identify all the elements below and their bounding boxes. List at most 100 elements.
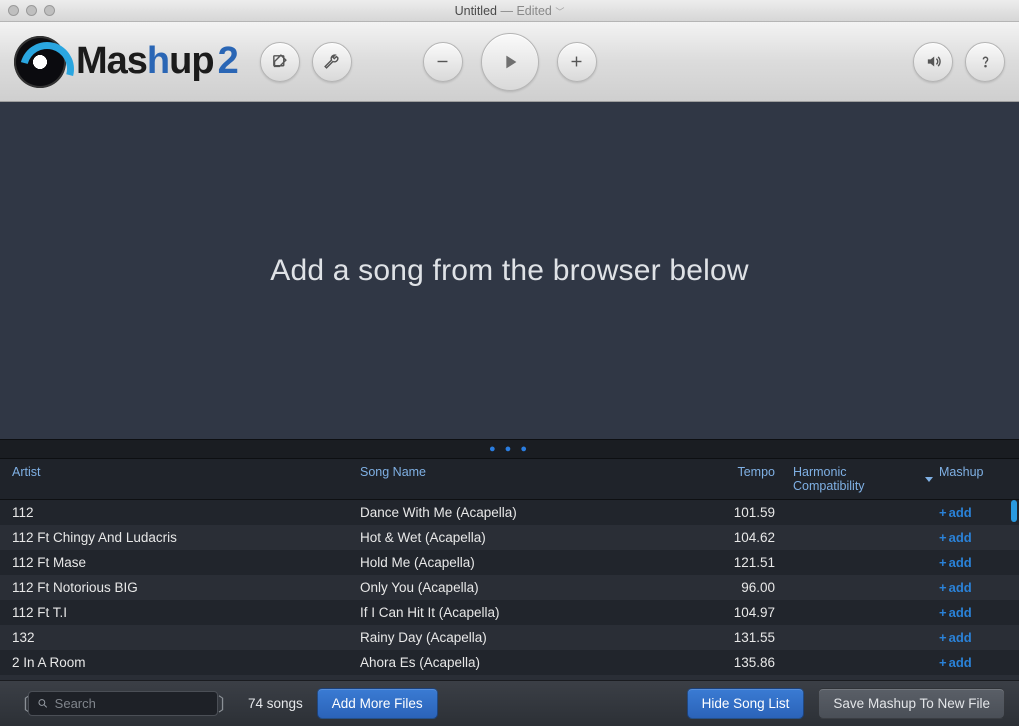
titlebar[interactable]: Untitled — Edited ﹀ — [0, 0, 1019, 22]
cell-artist: 132 — [12, 630, 360, 645]
footer-bar: 〔 〕 74 songs Add More Files Hide Song Li… — [0, 680, 1019, 726]
plus-icon — [568, 53, 585, 70]
cell-song: Hot & Wet (Acapella) — [360, 530, 703, 545]
edit-button[interactable] — [260, 42, 300, 82]
search-icon — [37, 697, 49, 710]
cell-song: Only You (Acapella) — [360, 580, 703, 595]
table-row[interactable]: 112 Ft T.IIf I Can Hit It (Acapella)104.… — [0, 600, 1019, 625]
question-icon — [977, 53, 994, 70]
cell-tempo: 104.97 — [703, 605, 775, 620]
speaker-icon — [925, 53, 942, 70]
drop-zone-message: Add a song from the browser below — [270, 254, 749, 288]
sort-desc-icon — [925, 477, 933, 482]
zoom-out-button[interactable] — [423, 42, 463, 82]
zoom-window-button[interactable] — [44, 5, 55, 16]
play-button[interactable] — [481, 33, 539, 91]
table-row[interactable]: 2 In A RoomWiggle It 2001 (Acapella)134.… — [0, 675, 1019, 680]
song-count: 74 songs — [248, 696, 303, 711]
cell-tempo: 104.62 — [703, 530, 775, 545]
cell-harmonic — [775, 655, 933, 670]
hide-song-list-button[interactable]: Hide Song List — [687, 688, 805, 719]
add-song-button[interactable]: +add — [939, 530, 972, 545]
cell-artist: 112 Ft Notorious BIG — [12, 580, 360, 595]
add-song-button[interactable]: +add — [939, 630, 972, 645]
brand-2: 2 — [218, 40, 238, 82]
bracket-right-icon: 〕 — [218, 691, 236, 717]
cell-harmonic — [775, 605, 933, 620]
col-tempo[interactable]: Tempo — [703, 465, 775, 493]
add-song-button[interactable]: +add — [939, 555, 972, 570]
app-brand: Mashup2 — [14, 36, 238, 88]
col-song[interactable]: Song Name — [360, 465, 703, 493]
cell-artist: 2 In A Room — [12, 655, 360, 670]
toolbar: Mashup2 — [0, 22, 1019, 102]
table-row[interactable]: 132Rainy Day (Acapella)131.55 +add — [0, 625, 1019, 650]
col-mashup[interactable]: Mashup — [933, 465, 999, 493]
cell-tempo: 121.51 — [703, 555, 775, 570]
app-window: Untitled — Edited ﹀ Mashup2 — [0, 0, 1019, 726]
traffic-lights — [8, 5, 55, 16]
table-row[interactable]: 112 Ft Notorious BIGOnly You (Acapella)9… — [0, 575, 1019, 600]
vinyl-disc-icon — [14, 36, 66, 88]
brand-h: h — [147, 40, 169, 82]
cell-tempo: 135.86 — [703, 655, 775, 670]
cell-artist: 112 Ft T.I — [12, 605, 360, 620]
edited-status: Edited — [516, 4, 551, 18]
drop-zone[interactable]: Add a song from the browser below — [0, 102, 1019, 439]
add-song-button[interactable]: +add — [939, 655, 972, 670]
cell-artist: 112 Ft Chingy And Ludacris — [12, 530, 360, 545]
transport-controls — [423, 33, 597, 91]
window-title: Untitled — Edited ﹀ — [0, 4, 1019, 18]
table-header: Artist Song Name Tempo Harmonic Compatib… — [0, 459, 1019, 500]
chevron-down-icon[interactable]: ﹀ — [555, 7, 564, 17]
cell-artist: 112 Ft Mase — [12, 555, 360, 570]
search-input[interactable] — [55, 696, 209, 711]
minus-icon — [434, 53, 451, 70]
app-title: Mashup2 — [76, 40, 238, 83]
cell-harmonic — [775, 580, 933, 595]
cell-song: If I Can Hit It (Acapella) — [360, 605, 703, 620]
add-song-button[interactable]: +add — [939, 505, 972, 520]
search-field-wrap[interactable] — [28, 691, 218, 716]
song-table-body: 112Dance With Me (Acapella)101.59+add112… — [0, 500, 1019, 680]
grip-dots-icon: ● ● ● — [489, 443, 530, 455]
table-row[interactable]: 112 Ft Chingy And LudacrisHot & Wet (Aca… — [0, 525, 1019, 550]
title-separator: — — [497, 4, 516, 18]
volume-button[interactable] — [913, 42, 953, 82]
settings-button[interactable] — [312, 42, 352, 82]
toolbar-right-group — [913, 42, 1005, 82]
minimize-window-button[interactable] — [26, 5, 37, 16]
zoom-in-button[interactable] — [557, 42, 597, 82]
cell-harmonic — [775, 630, 933, 645]
col-harmonic[interactable]: Harmonic Compatibility — [775, 465, 933, 493]
toolbar-left-group — [260, 42, 352, 82]
add-more-files-button[interactable]: Add More Files — [317, 688, 438, 719]
play-icon — [499, 51, 521, 73]
table-row[interactable]: 112Dance With Me (Acapella)101.59+add — [0, 500, 1019, 525]
cell-song: Hold Me (Acapella) — [360, 555, 703, 570]
cell-song: Rainy Day (Acapella) — [360, 630, 703, 645]
add-song-button[interactable]: +add — [939, 580, 972, 595]
close-window-button[interactable] — [8, 5, 19, 16]
add-song-button[interactable]: +add — [939, 605, 972, 620]
cell-harmonic — [775, 555, 933, 570]
cell-harmonic — [775, 505, 933, 520]
cell-artist: 112 — [12, 505, 360, 520]
cell-tempo: 131.55 — [703, 630, 775, 645]
document-name: Untitled — [455, 4, 497, 18]
wrench-icon — [323, 53, 340, 70]
brand-up: up — [169, 40, 213, 82]
col-harmonic-label: Harmonic Compatibility — [793, 465, 921, 493]
table-row[interactable]: 2 In A RoomAhora Es (Acapella)135.86 +add — [0, 650, 1019, 675]
save-mashup-button[interactable]: Save Mashup To New File — [818, 688, 1005, 719]
cell-song: Ahora Es (Acapella) — [360, 655, 703, 670]
cell-harmonic — [775, 530, 933, 545]
col-artist[interactable]: Artist — [12, 465, 360, 493]
table-row[interactable]: 112 Ft MaseHold Me (Acapella)121.51 +add — [0, 550, 1019, 575]
scrollbar-thumb[interactable] — [1011, 500, 1017, 522]
edit-icon — [271, 53, 288, 70]
brand-mas: Mas — [76, 40, 147, 82]
panel-divider[interactable]: ● ● ● — [0, 439, 1019, 459]
cell-song: Dance With Me (Acapella) — [360, 505, 703, 520]
help-button[interactable] — [965, 42, 1005, 82]
